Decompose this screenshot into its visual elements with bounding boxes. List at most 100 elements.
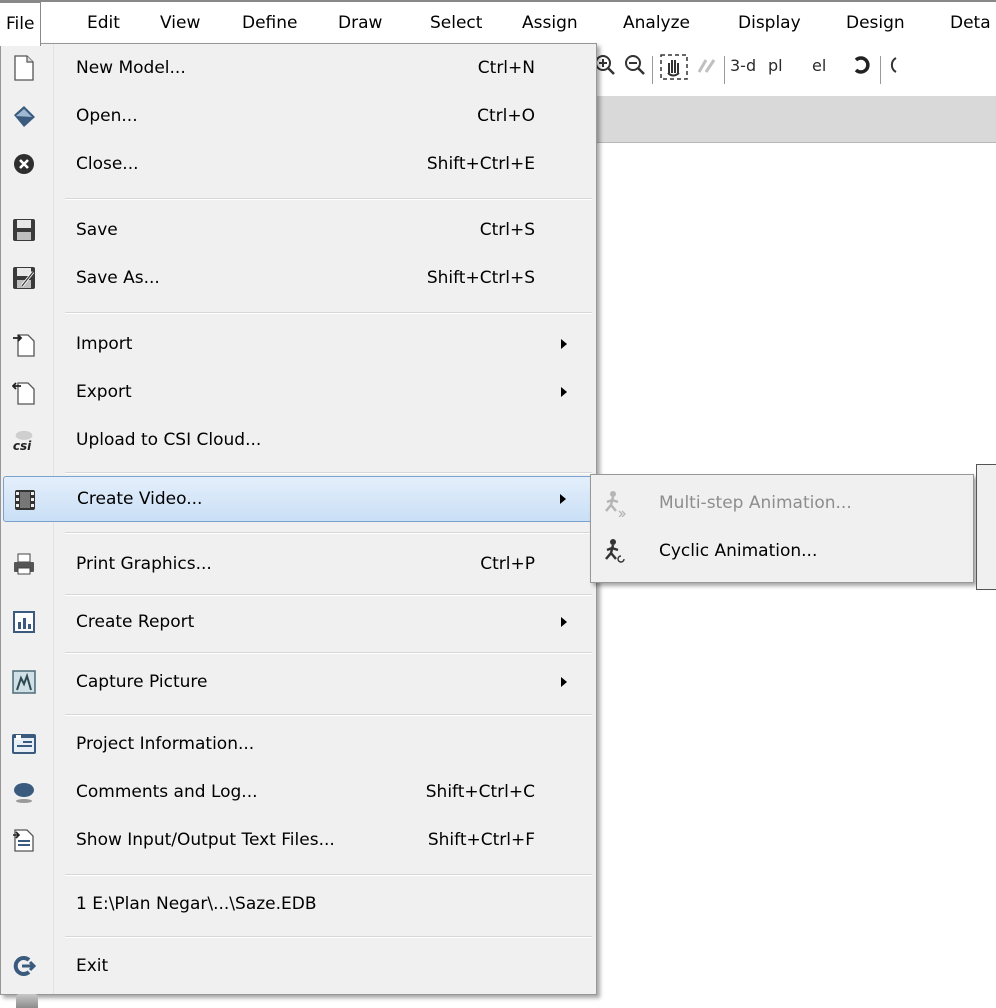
import-icon xyxy=(11,331,37,357)
menu-view[interactable]: View xyxy=(160,2,200,44)
menu-item-create-video[interactable]: Create Video... xyxy=(3,476,593,522)
menu-item-recent-file[interactable]: 1 E:\Plan Negar\...\Saze.EDB xyxy=(3,880,593,928)
menu-design[interactable]: Design xyxy=(846,2,905,44)
menu-item-exit[interactable]: Exit xyxy=(3,942,593,990)
elevation-view-button[interactable]: el xyxy=(812,56,826,75)
menu-display[interactable]: Display xyxy=(738,2,801,44)
menu-item-label: Show Input/Output Text Files... xyxy=(76,830,335,850)
menu-define[interactable]: Define xyxy=(242,2,298,44)
menu-item-project-information[interactable]: Project Information... xyxy=(3,720,593,768)
submenu-arrow-icon xyxy=(561,387,567,397)
menu-item-close[interactable]: Close... Shift+Ctrl+E xyxy=(3,140,593,188)
menu-item-show-text-files[interactable]: Show Input/Output Text Files... Shift+Ct… xyxy=(3,816,593,864)
printer-icon xyxy=(11,551,37,577)
toolbar-separator xyxy=(880,56,881,84)
toolbar-icon-partial xyxy=(16,994,38,1008)
toolbar: 3-d pl el xyxy=(590,44,996,96)
multistep-animation-icon xyxy=(601,489,627,517)
menu-item-label: Upload to CSI Cloud... xyxy=(76,430,262,450)
shortcut-label: Ctrl+N xyxy=(477,58,535,78)
pan-hand-icon[interactable] xyxy=(660,54,688,85)
view-title-bar xyxy=(590,96,996,143)
menu-separator xyxy=(65,198,592,200)
text-files-icon xyxy=(11,827,37,853)
menu-item-label: Exit xyxy=(76,956,109,976)
menu-separator xyxy=(65,472,592,474)
zoom-in-icon[interactable] xyxy=(594,54,616,81)
menu-item-upload-csi-cloud[interactable]: csi Upload to CSI Cloud... xyxy=(3,416,593,464)
menu-item-comments-log[interactable]: Comments and Log... Shift+Ctrl+C xyxy=(3,768,593,816)
export-icon xyxy=(11,379,37,405)
menu-bar: File Edit View Define Draw Select Assign… xyxy=(0,0,996,46)
svg-text:csi: csi xyxy=(13,439,32,453)
create-video-submenu: Multi-step Animation... Cyclic Animation… xyxy=(590,474,974,583)
close-circle-icon xyxy=(11,151,37,177)
menu-separator xyxy=(65,936,592,938)
menu-item-label: Create Video... xyxy=(77,489,203,509)
refresh-icon[interactable] xyxy=(886,54,898,81)
menu-item-capture-picture[interactable]: Capture Picture xyxy=(3,658,593,706)
menu-separator xyxy=(65,652,592,654)
new-document-icon xyxy=(11,55,37,81)
toolbar-separator xyxy=(652,56,653,84)
menu-analyze[interactable]: Analyze xyxy=(623,2,690,44)
menu-item-label: 1 E:\Plan Negar\...\Saze.EDB xyxy=(76,894,317,914)
menu-item-label: Open... xyxy=(76,106,138,126)
menu-edit[interactable]: Edit xyxy=(87,2,120,44)
menu-item-create-report[interactable]: Create Report xyxy=(3,598,593,646)
menu-item-label: Export xyxy=(76,382,132,402)
file-menu-dropdown: New Model... Ctrl+N Open... Ctrl+O Close… xyxy=(0,43,597,995)
submenu-arrow-icon xyxy=(561,677,567,687)
plan-view-button[interactable]: pl xyxy=(768,56,783,75)
menu-item-label: Save xyxy=(76,220,118,240)
menu-item-label: Create Report xyxy=(76,612,195,632)
menu-separator xyxy=(65,714,592,716)
menu-item-label: New Model... xyxy=(76,58,186,78)
menu-separator xyxy=(65,312,592,314)
submenu-arrow-icon xyxy=(560,494,566,504)
menu-separator xyxy=(65,874,592,876)
toolbar-separator xyxy=(724,56,725,84)
submenu-item-multistep-animation[interactable]: Multi-step Animation... xyxy=(593,479,971,527)
project-info-icon xyxy=(11,731,37,757)
zoom-out-icon[interactable] xyxy=(624,54,646,81)
menu-item-label: Project Information... xyxy=(76,734,255,754)
background-panel-edge xyxy=(976,464,996,590)
submenu-item-label: Cyclic Animation... xyxy=(659,541,818,561)
menu-item-new-model[interactable]: New Model... Ctrl+N xyxy=(3,44,593,92)
menu-select[interactable]: Select xyxy=(430,2,482,44)
view-3d-button[interactable]: 3-d xyxy=(730,56,756,75)
open-folder-icon xyxy=(11,103,37,129)
menu-separator xyxy=(65,594,592,596)
menu-item-label: Close... xyxy=(76,154,139,174)
save-as-icon xyxy=(11,265,37,291)
save-disk-icon xyxy=(11,217,37,243)
menu-item-save-as[interactable]: Save As... Shift+Ctrl+S xyxy=(3,254,593,302)
measure-icon[interactable] xyxy=(696,54,718,81)
speech-bubble-icon xyxy=(11,779,37,805)
menu-draw[interactable]: Draw xyxy=(338,2,382,44)
cyclic-animation-icon xyxy=(601,537,627,565)
menu-file[interactable]: File xyxy=(0,2,42,46)
csi-cloud-icon: csi xyxy=(11,427,37,453)
menu-detailing[interactable]: Deta xyxy=(950,2,991,44)
shortcut-label: Ctrl+O xyxy=(477,106,535,126)
menu-item-import[interactable]: Import xyxy=(3,320,593,368)
shortcut-label: Shift+Ctrl+C xyxy=(425,782,535,802)
submenu-arrow-icon xyxy=(561,339,567,349)
shortcut-label: Ctrl+P xyxy=(480,554,535,574)
menu-item-label: Comments and Log... xyxy=(76,782,258,802)
menu-item-label: Print Graphics... xyxy=(76,554,212,574)
menu-assign[interactable]: Assign xyxy=(522,2,578,44)
menu-item-open[interactable]: Open... Ctrl+O xyxy=(3,92,593,140)
menu-item-save[interactable]: Save Ctrl+S xyxy=(3,206,593,254)
menu-item-print-graphics[interactable]: Print Graphics... Ctrl+P xyxy=(3,540,593,588)
shortcut-label: Shift+Ctrl+F xyxy=(427,830,535,850)
menu-item-label: Save As... xyxy=(76,268,160,288)
rotate-icon[interactable] xyxy=(852,54,872,81)
submenu-item-cyclic-animation[interactable]: Cyclic Animation... xyxy=(593,527,971,575)
menu-item-export[interactable]: Export xyxy=(3,368,593,416)
capture-picture-icon xyxy=(11,669,37,695)
report-chart-icon xyxy=(11,609,37,635)
menu-separator xyxy=(65,532,592,534)
